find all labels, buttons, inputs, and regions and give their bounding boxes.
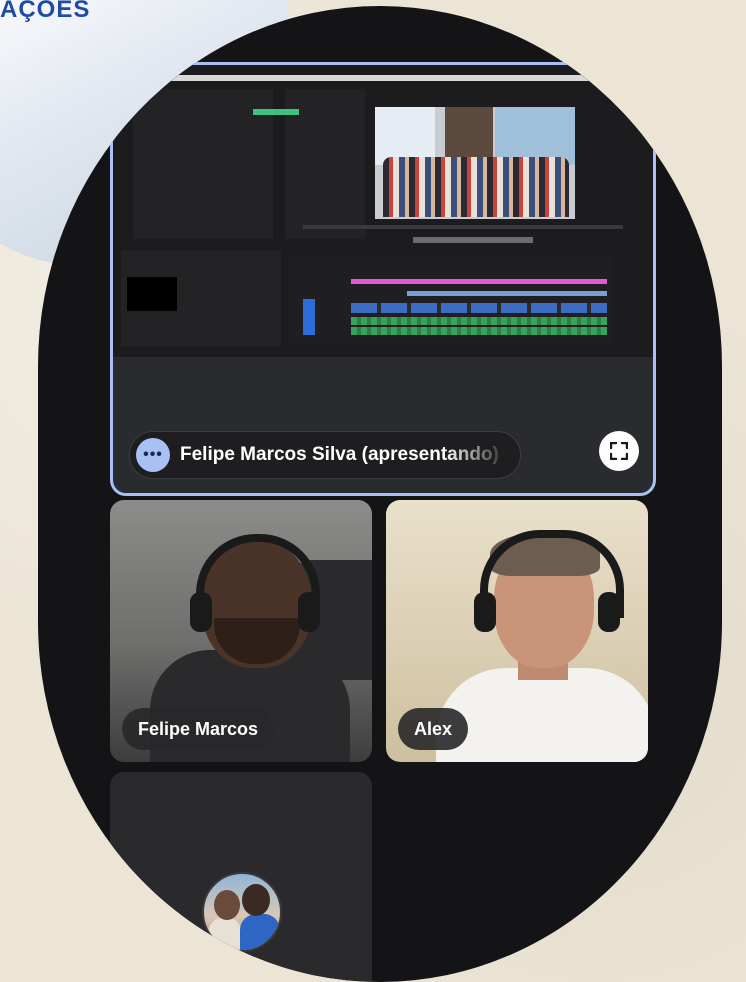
audio-track-2 (351, 327, 607, 335)
video-track-pink (351, 279, 607, 284)
participant-name: Alex (398, 708, 469, 750)
avatar-face-2 (242, 884, 270, 916)
headphone-cup (190, 592, 212, 632)
selected-item (253, 109, 299, 115)
headphone-cup (298, 592, 320, 632)
presenter-tile[interactable]: ••• Felipe Marcos Silva (apresentando) (110, 62, 656, 496)
fullscreen-icon[interactable] (599, 431, 639, 471)
person-body (436, 668, 648, 762)
avatar (202, 872, 282, 952)
group-photo (383, 157, 569, 217)
presenter-name: Felipe Marcos Silva (apresentando) (180, 444, 499, 465)
project-panel (121, 251, 281, 347)
participant-tile-felipe[interactable]: Felipe Marcos (110, 500, 372, 762)
participant-tile-avatar[interactable] (110, 772, 372, 982)
thumbnail (127, 277, 177, 311)
headphone-cup (598, 592, 620, 632)
video-track-blue (407, 291, 607, 296)
brand-text: AÇÕES (0, 0, 91, 23)
transport-controls[interactable] (413, 237, 533, 243)
timeline-panel[interactable] (289, 255, 613, 345)
more-options-icon[interactable]: ••• (136, 438, 170, 472)
avatar-face-1 (214, 890, 240, 920)
clip-track (351, 303, 607, 313)
meeting-window: ••• Felipe Marcos Silva (apresentando) F… (38, 6, 722, 982)
headphone-cup (474, 592, 496, 632)
participant-tile-alex[interactable]: Alex (386, 500, 648, 762)
scrub-bar[interactable] (303, 225, 623, 229)
presenter-name-pill: ••• Felipe Marcos Silva (apresentando) (129, 431, 521, 479)
editor-left-panel (133, 89, 273, 239)
editor-menubar (149, 75, 629, 81)
avatar-person-1 (208, 918, 242, 950)
program-monitor (375, 107, 575, 219)
avatar-person-2 (240, 914, 280, 950)
track-selector[interactable] (303, 299, 315, 335)
participant-name: Felipe Marcos (122, 708, 275, 750)
audio-track-1 (351, 317, 607, 325)
shared-screen (113, 65, 653, 357)
